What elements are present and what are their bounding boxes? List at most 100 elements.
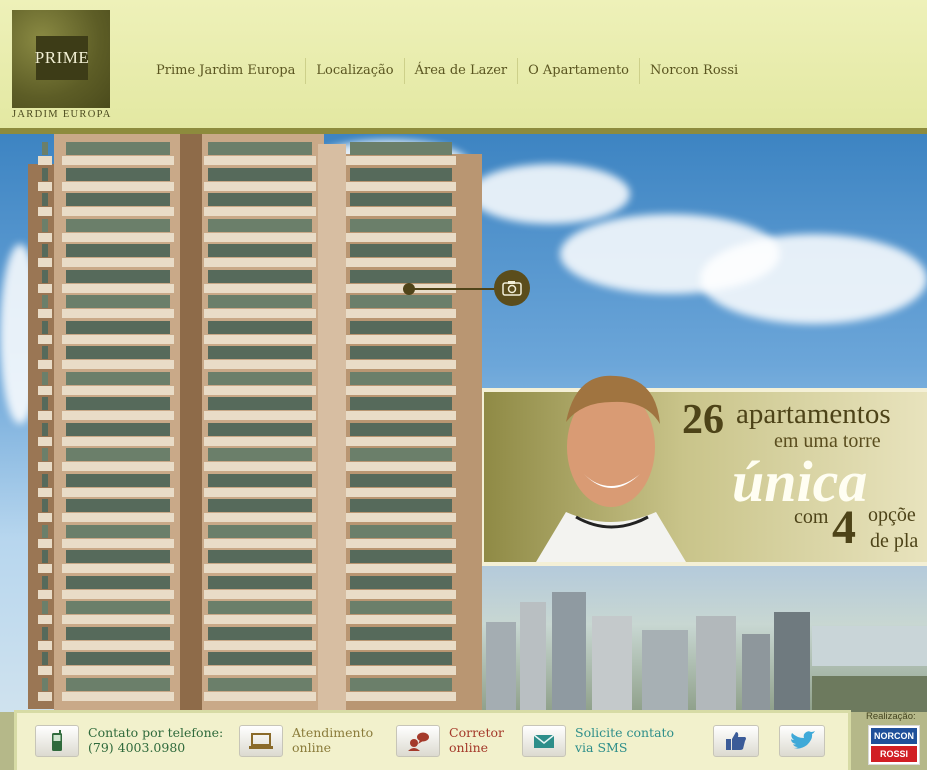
tower-balcony (38, 487, 52, 497)
tower-balcony (38, 564, 52, 573)
tower-balcony (204, 411, 316, 420)
tower-window (66, 346, 170, 359)
facebook-button[interactable] (713, 725, 759, 757)
brand-norcon: NORCON (871, 728, 917, 744)
promo-band: 26 apartamentos em uma torre única com 4… (482, 375, 927, 566)
contact-sms[interactable]: Solicite contato via SMS (522, 725, 674, 757)
tower-balcony (204, 360, 316, 369)
tower-window (42, 652, 48, 665)
tower-window (66, 448, 170, 461)
tower-balcony (38, 615, 52, 624)
tower-balcony (62, 513, 174, 522)
tower-window (66, 193, 170, 206)
tower-pier (180, 134, 202, 712)
tower-balcony (62, 666, 174, 675)
tower-balcony (346, 589, 456, 599)
atendimento-button[interactable] (239, 725, 283, 757)
tower-balcony (38, 462, 52, 471)
building (592, 616, 632, 712)
corretor-button[interactable] (396, 725, 440, 757)
tower-balcony (204, 564, 316, 573)
tower-window (66, 550, 170, 563)
river-water (812, 626, 927, 666)
building (486, 622, 516, 712)
tower-balcony (346, 640, 456, 650)
tower-balcony (204, 513, 316, 522)
contact-atendimento[interactable]: Atendimento online (239, 725, 373, 757)
corretor-label: Corretor (449, 725, 504, 740)
tower-window (42, 218, 48, 232)
tower-balcony (346, 538, 456, 548)
tower-window (350, 244, 452, 257)
atendimento-label: Atendimento (292, 725, 374, 740)
twitter-button[interactable] (779, 725, 825, 757)
tower-window (208, 448, 312, 461)
tower-window (208, 524, 312, 538)
tower-window (350, 167, 452, 181)
phone-button[interactable] (35, 725, 79, 757)
tower-window (208, 626, 312, 640)
hotspot-line (414, 288, 500, 290)
tower-balcony (62, 436, 174, 446)
tower-balcony (38, 360, 52, 369)
tower-balcony (38, 513, 52, 522)
cloud (470, 164, 630, 224)
tower-balcony (38, 589, 52, 599)
tower-window (208, 371, 312, 385)
tower-window (350, 601, 452, 614)
contact-phone-number: (79) 4003.0980 (88, 740, 186, 755)
tower-balcony (62, 360, 174, 369)
tower-balcony (38, 207, 52, 216)
tower-balcony (38, 385, 52, 395)
tower-balcony (62, 385, 174, 395)
contact-bar: Contato por telefone: (79) 4003.0980 Ate… (14, 710, 851, 770)
tower-window (350, 346, 452, 359)
tower-balcony (62, 564, 174, 573)
building (774, 612, 810, 712)
tower-window (42, 499, 48, 512)
tower-window (350, 193, 452, 206)
tower-balcony (38, 538, 52, 548)
building (696, 616, 736, 712)
tower-window (42, 295, 48, 308)
tower-window (42, 346, 48, 359)
nav-item-area-de-lazer[interactable]: Área de Lazer (405, 58, 519, 84)
prime-logo[interactable]: PRIME (12, 10, 110, 108)
tower-window (42, 142, 48, 155)
tower-balcony (204, 385, 316, 395)
tower-window (350, 320, 452, 334)
twitter-bird-icon (791, 731, 815, 749)
tower-balcony (346, 462, 456, 471)
tower-window (66, 142, 170, 155)
sms-button[interactable] (522, 725, 566, 757)
nav-item-localizacao[interactable]: Localização (306, 58, 405, 84)
tower-balcony (38, 283, 52, 293)
tower-window (66, 626, 170, 640)
tower-balcony (62, 156, 174, 165)
tower-balcony (346, 513, 456, 522)
tower-balcony (38, 156, 52, 165)
nav-item-norcon-rossi[interactable]: Norcon Rossi (640, 58, 748, 84)
tower-balcony (346, 385, 456, 395)
promo-plantas: de pla (870, 530, 919, 552)
camera-gallery-button[interactable] (494, 270, 530, 306)
tower-balcony (346, 436, 456, 446)
tower-window (66, 652, 170, 665)
tower-window (208, 193, 312, 206)
contact-corretor[interactable]: Corretor online (396, 725, 504, 757)
tower-window (66, 601, 170, 614)
tower-window (42, 371, 48, 385)
nav-item-prime-jardim-europa[interactable]: Prime Jardim Europa (146, 58, 307, 84)
tower-window (66, 677, 170, 691)
tower-balcony (204, 283, 316, 293)
nav-item-o-apartamento[interactable]: O Apartamento (518, 58, 640, 84)
broker-chat-icon (408, 732, 429, 751)
tower-window (350, 652, 452, 665)
contact-phone[interactable]: Contato por telefone: (79) 4003.0980 (35, 725, 223, 757)
tower-balcony (62, 309, 174, 318)
tower-window (208, 473, 312, 487)
tower-window (208, 346, 312, 359)
norcon-rossi-logo[interactable]: NORCON ROSSI (868, 725, 920, 765)
tower-balcony (346, 334, 456, 344)
tower-window (350, 371, 452, 385)
